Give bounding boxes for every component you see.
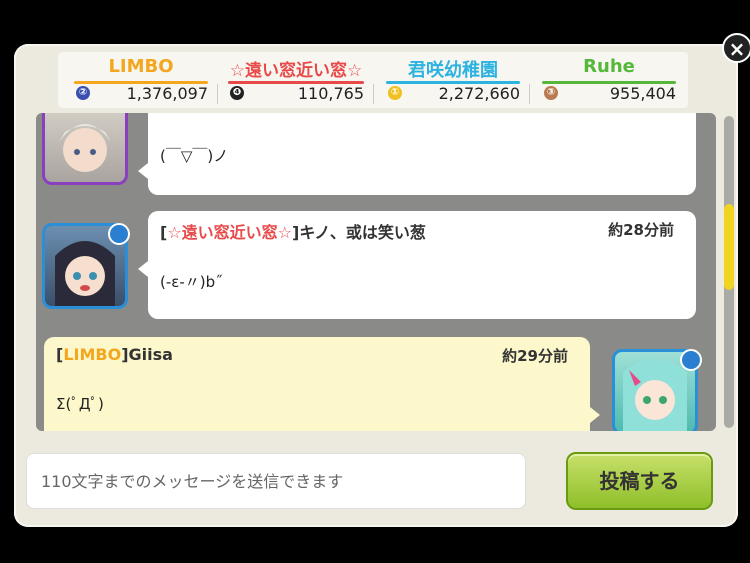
bubble-tail [138,163,148,179]
crystal-badge-icon [680,349,702,371]
team-tooi-mado: ☆遠い窓近い窓☆ ❹ 110,765 [228,56,374,106]
team-score: 110,765 [297,84,364,103]
message-text: (-ε-〃)b˝ [160,273,223,291]
message-header: [☆遠い窓近い窓☆]キノ、或は笑い葱 [160,223,426,242]
rank-badge-icon: ❹ [230,86,244,100]
message-time: 約28分前 [608,221,674,239]
bubble-tail [590,407,600,423]
message-input[interactable]: 110文字までのメッセージを送信できます [26,453,526,509]
crystal-badge-icon [108,223,130,245]
team-name: Ruhe [583,56,635,77]
post-button[interactable]: 投稿する [566,452,713,510]
rank-badge-icon: ③ [544,86,558,100]
scrollbar-thumb[interactable] [724,204,734,290]
author-name: キノ、或は笑い葱 [299,223,426,242]
message-text: Σ(ﾟДﾟ) [56,395,104,413]
team-score: 1,376,097 [126,84,208,103]
divider [217,84,218,104]
close-button[interactable]: × [722,33,750,63]
message-bubble-own: [LIMBO]Giisa 約29分前 Σ(ﾟДﾟ) [44,337,600,431]
rank-badge-icon: ① [388,86,402,100]
message-text: (￣▽￣)ノ [160,147,229,165]
team-tag: LIMBO [63,345,122,364]
divider [373,84,374,104]
team-ruhe: Ruhe ③ 955,404 [542,56,676,106]
team-score: 955,404 [609,84,676,103]
team-name: ☆遠い窓近い窓☆ [229,61,363,81]
character-portrait-icon [59,124,111,172]
team-tag: ☆遠い窓近い窓☆ [167,223,293,242]
bubble-tail [138,261,148,277]
message-header: [LIMBO]Giisa [56,345,173,364]
team-limbo: LIMBO ② 1,376,097 [74,56,218,106]
message-time: 約29分前 [502,347,568,365]
message-bubble: (￣▽￣)ノ [138,113,696,195]
team-name: 君咲幼稚園 [408,60,498,81]
chat-log[interactable]: (￣▽￣)ノ [☆遠い窓近い窓☆]キノ、或は笑い葱 約28分前 (-ε-〃)b˝… [36,113,716,431]
team-name: LIMBO [108,56,174,77]
team-kimisaki: 君咲幼稚園 ① 2,272,660 [386,56,530,106]
avatar[interactable] [42,113,128,185]
divider [529,84,530,104]
message-bubble: [☆遠い窓近い窓☆]キノ、或は笑い葱 約28分前 (-ε-〃)b˝ [138,211,696,319]
rank-badge-icon: ② [76,86,90,100]
author-name: Giisa [128,345,173,364]
team-score: 2,272,660 [438,84,520,103]
